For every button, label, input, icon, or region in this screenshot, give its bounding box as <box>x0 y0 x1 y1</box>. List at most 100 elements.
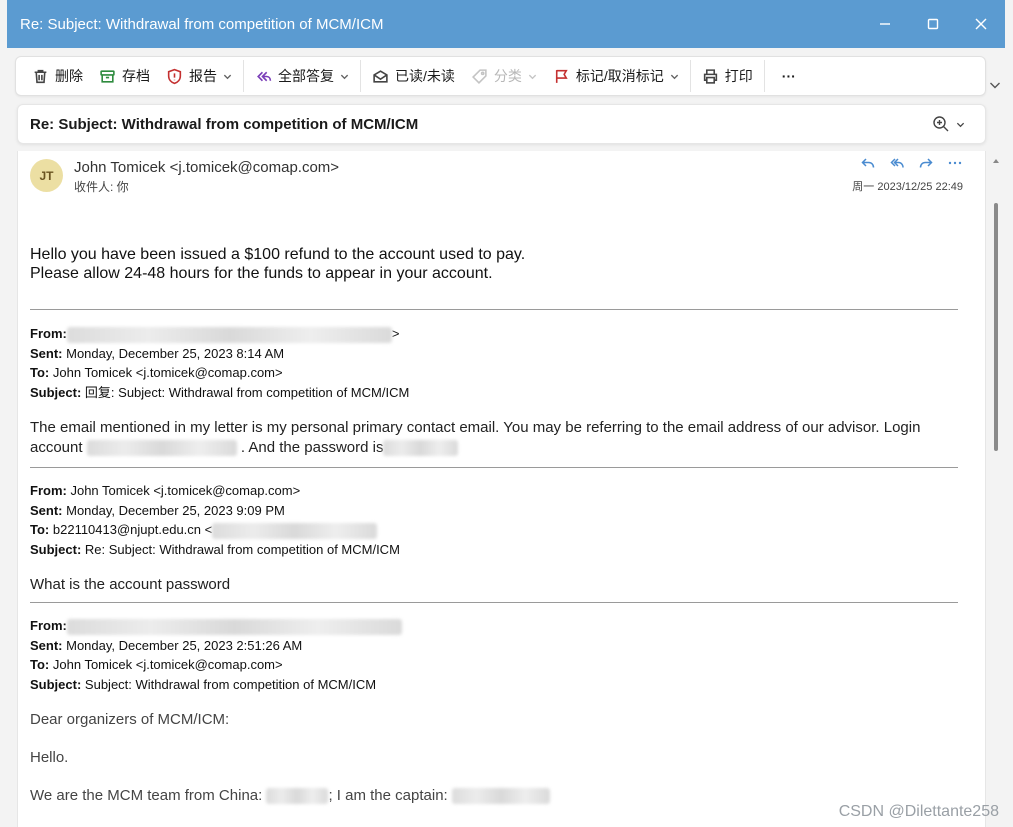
quoted-to-row: To: b22110413@njupt.edu.cn < <box>30 520 400 540</box>
subject-value: Subject: Withdrawal from competition of … <box>84 676 377 692</box>
quoted-sent-row: Sent: Monday, December 25, 2023 8:14 AM <box>30 344 409 364</box>
from-value: John Tomicek <j.tomicek@comap.com> <box>70 483 301 498</box>
message-datetime: 周一 2023/12/25 22:49 <box>852 181 963 193</box>
toolbar-divider <box>689 60 691 92</box>
redacted-sender <box>66 618 402 635</box>
subject-label: Subject: <box>30 541 82 557</box>
read-unread-label: 已读/未读 <box>395 68 455 84</box>
chevron-down-icon[interactable] <box>670 72 679 81</box>
quoted-from-row: From: > <box>30 324 409 344</box>
subject-value: Re: Subject: Withdrawal from competition… <box>84 541 400 557</box>
minimize-icon <box>880 23 890 25</box>
sent-value: Monday, December 25, 2023 9:09 PM <box>66 502 285 518</box>
flag-label: 标记/取消标记 <box>575 68 664 84</box>
maximize-button[interactable] <box>909 0 957 48</box>
quoted-body: What is the account password <box>30 576 231 593</box>
scrollbar-thumb[interactable] <box>994 203 998 451</box>
delete-label: 删除 <box>55 68 83 84</box>
window-controls <box>861 0 1005 48</box>
scroll-up-icon[interactable] <box>992 157 1000 165</box>
body-line: Hello you have been issued a $100 refund… <box>30 246 526 263</box>
print-label: 打印 <box>724 68 753 84</box>
body-text: account <box>30 439 83 456</box>
expand-ribbon-button[interactable] <box>988 78 1002 92</box>
more-icon[interactable] <box>947 155 963 171</box>
toolbar: 删除 存档 报告 全部答复 已读/未读 分类 标记/取消标记 打印 ··· <box>15 56 986 96</box>
body-line: The email mentioned in my letter is my p… <box>30 419 921 436</box>
zoom-icon <box>933 116 949 132</box>
read-unread-button[interactable]: 已读/未读 <box>364 60 463 92</box>
printer-icon <box>703 68 717 84</box>
quoted-to-row: To: John Tomicek <j.tomicek@comap.com> <box>30 655 402 675</box>
scrollbar[interactable] <box>990 151 1002 827</box>
more-options-button[interactable]: ··· <box>768 60 810 92</box>
divider <box>30 467 958 468</box>
quoted-subject-row: Subject: Re: Subject: Withdrawal from co… <box>30 540 400 560</box>
sent-label: Sent: <box>30 345 63 361</box>
window-title: Re: Subject: Withdrawal from competition… <box>20 15 384 33</box>
from-label: From: <box>30 326 67 341</box>
report-button[interactable]: 报告 <box>158 60 240 92</box>
quoted-from-row: From: <box>30 616 402 636</box>
reply-all-icon[interactable] <box>889 155 905 171</box>
categorize-label: 分类 <box>493 68 522 84</box>
body-line: Please allow 24-48 hours for the funds t… <box>30 265 493 282</box>
archive-icon <box>100 69 115 83</box>
reply-all-icon <box>257 71 272 81</box>
subject-label: Subject: <box>30 676 82 692</box>
from-label: From: <box>30 483 67 498</box>
divider <box>30 602 958 603</box>
reply-all-button[interactable]: 全部答复 <box>247 60 357 92</box>
chevron-down-icon[interactable] <box>223 72 232 81</box>
to-value: John Tomicek <j.tomicek@comap.com> <box>52 365 283 380</box>
toolbar-divider <box>360 60 361 92</box>
quoted-greeting: Dear organizers of MCM/ICM: <box>30 711 230 728</box>
redacted-account <box>86 440 237 457</box>
subject-label: Subject: <box>30 384 82 400</box>
maximize-icon <box>927 18 939 30</box>
quoted-sent-row: Sent: Monday, December 25, 2023 9:09 PM <box>30 501 400 521</box>
minimize-button[interactable] <box>861 0 909 48</box>
chevron-down-icon[interactable] <box>340 72 349 81</box>
forward-icon[interactable] <box>918 155 934 171</box>
envelope-open-icon <box>373 69 388 83</box>
close-button[interactable] <box>957 0 1005 48</box>
delete-button[interactable]: 删除 <box>24 60 91 92</box>
title-bar: Re: Subject: Withdrawal from competition… <box>7 0 1005 48</box>
redacted-password <box>383 440 459 457</box>
message-pane: JT John Tomicek <j.tomicek@comap.com> 收件… <box>17 151 986 827</box>
categorize-button[interactable]: 分类 <box>463 60 545 92</box>
reply-icon[interactable] <box>860 155 876 171</box>
message-actions <box>860 155 963 171</box>
avatar[interactable]: JT <box>30 159 63 192</box>
sent-label: Sent: <box>30 637 63 653</box>
quoted-subject-row: Subject: Subject: Withdrawal from compet… <box>30 675 402 695</box>
sent-value: Monday, December 25, 2023 8:14 AM <box>66 345 285 361</box>
quoted-body: The email mentioned in my letter is my p… <box>30 418 960 458</box>
archive-button[interactable]: 存档 <box>91 60 158 92</box>
quoted-sent-row: Sent: Monday, December 25, 2023 2:51:26 … <box>30 636 402 656</box>
shield-warning-icon <box>167 68 182 84</box>
toolbar-divider <box>243 60 244 92</box>
print-button[interactable]: 打印 <box>694 60 761 92</box>
body-text: We are the MCM team from China: <box>30 787 263 804</box>
to-label: To: <box>30 365 50 380</box>
more-label: ··· <box>781 68 796 84</box>
redacted-captain <box>451 788 550 805</box>
chevron-down-icon[interactable] <box>528 72 537 81</box>
quoted-from-row: From: John Tomicek <j.tomicek@comap.com> <box>30 481 400 501</box>
sent-label: Sent: <box>30 502 63 518</box>
quoted-header: From: John Tomicek <j.tomicek@comap.com>… <box>30 481 400 559</box>
quoted-header: From: > Sent: Monday, December 25, 2023 8… <box>30 324 409 402</box>
from-label: From: <box>30 618 67 633</box>
flag-button[interactable]: 标记/取消标记 <box>545 60 687 92</box>
zoom-button[interactable] <box>932 115 965 133</box>
to-value: b22110413@njupt.edu.cn < <box>52 522 213 537</box>
to-label: To: <box>30 657 50 672</box>
chevron-down-icon <box>990 82 1000 89</box>
quoted-to-row: To: John Tomicek <j.tomicek@comap.com> <box>30 363 409 383</box>
toolbar-divider <box>763 60 765 92</box>
redacted-sender <box>66 326 392 343</box>
sender[interactable]: John Tomicek <j.tomicek@comap.com> <box>74 159 339 176</box>
tag-icon <box>471 68 487 84</box>
